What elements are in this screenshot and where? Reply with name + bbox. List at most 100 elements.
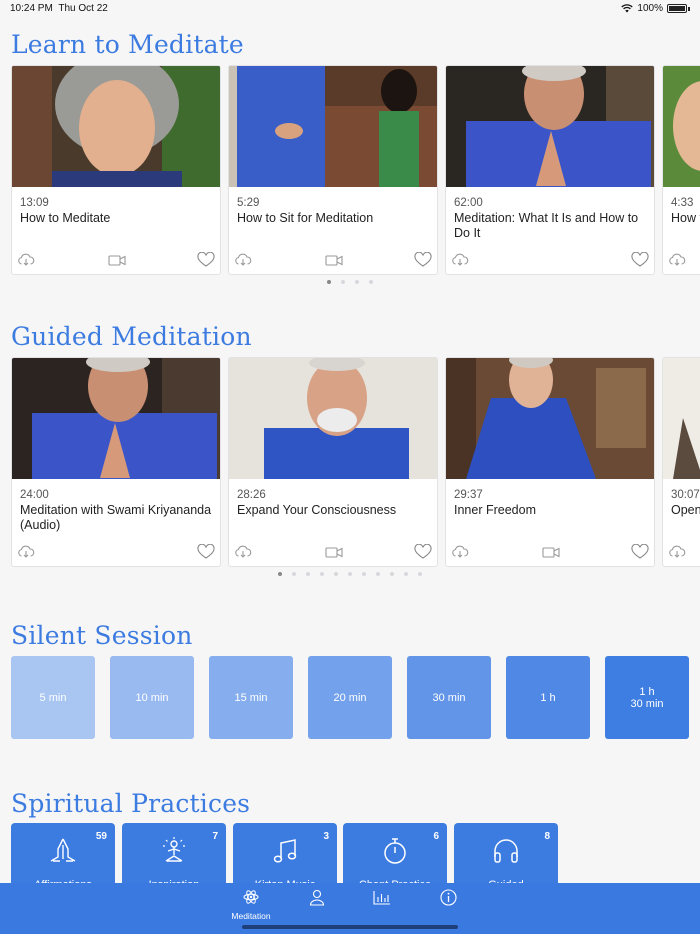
page-dot[interactable] — [418, 572, 422, 576]
card-duration: 13:09 — [20, 197, 49, 209]
card-title: Expand Your Consciousness — [237, 503, 397, 517]
practice-count: 7 — [212, 831, 218, 842]
battery-icon — [667, 4, 687, 13]
page-dot[interactable] — [341, 280, 345, 284]
tab-label: Meditation — [231, 911, 271, 921]
cloud-download-icon[interactable] — [234, 544, 252, 560]
video-card[interactable]: 24:00 Meditation with Swami Kriyananda (… — [11, 357, 221, 567]
page-dot[interactable] — [334, 572, 338, 576]
section-title-silent: Silent Session — [11, 621, 193, 650]
cloud-download-icon[interactable] — [668, 544, 686, 560]
cloud-download-icon[interactable] — [451, 544, 469, 560]
section-title-learn: Learn to Meditate — [11, 30, 244, 59]
page-dot[interactable] — [278, 572, 282, 576]
status-bar: 10:24 PM Thu Oct 22 100% — [0, 0, 700, 18]
practice-count: 3 — [323, 831, 329, 842]
video-icon — [325, 255, 343, 266]
cloud-download-icon[interactable] — [451, 252, 469, 268]
tab-info[interactable] — [418, 889, 478, 921]
card-title: How to Practice Kriya — [671, 211, 700, 225]
page-dot[interactable] — [369, 280, 373, 284]
practice-count: 8 — [544, 831, 550, 842]
card-duration: 30:07 — [671, 489, 700, 501]
profile-icon — [309, 889, 325, 906]
meditator-icon — [163, 837, 185, 862]
thumbnail-image — [663, 358, 700, 479]
heart-icon[interactable] — [631, 544, 649, 560]
wifi-icon — [621, 4, 634, 13]
page-dot[interactable] — [376, 572, 380, 576]
card-duration: 28:26 — [237, 489, 266, 501]
tab-stats[interactable] — [352, 889, 412, 921]
cloud-download-icon[interactable] — [17, 544, 35, 560]
stats-icon — [373, 891, 390, 905]
thumbnail-image — [229, 66, 437, 187]
page-dot[interactable] — [292, 572, 296, 576]
video-card[interactable]: 13:09 How to Meditate — [11, 65, 221, 275]
cloud-download-icon[interactable] — [17, 252, 35, 268]
card-title: Open — [671, 503, 700, 517]
thumbnail-image — [663, 66, 700, 187]
silent-tile-30min[interactable]: 30 min — [407, 656, 491, 739]
home-indicator — [242, 925, 458, 929]
tab-meditation[interactable]: Meditation — [221, 889, 281, 921]
guided-page-dots[interactable] — [278, 572, 422, 576]
page-dot[interactable] — [320, 572, 324, 576]
heart-icon[interactable] — [414, 544, 432, 560]
heart-icon[interactable] — [197, 544, 215, 560]
practice-count: 59 — [95, 831, 107, 842]
page-dot[interactable] — [390, 572, 394, 576]
page-dot[interactable] — [348, 572, 352, 576]
silent-tile-20min[interactable]: 20 min — [308, 656, 392, 739]
cloud-download-icon[interactable] — [234, 252, 252, 268]
video-icon — [325, 547, 343, 558]
video-card[interactable]: 5:29 How to Sit for Meditation — [228, 65, 438, 275]
page-dot[interactable] — [306, 572, 310, 576]
video-card[interactable]: 4:33 How to Practice Kriya — [662, 65, 700, 275]
heart-icon[interactable] — [631, 252, 649, 268]
heart-icon[interactable] — [414, 252, 432, 268]
stopwatch-icon — [384, 838, 406, 864]
thumbnail-image — [12, 358, 220, 479]
video-icon — [542, 547, 560, 558]
learn-page-dots[interactable] — [327, 280, 373, 284]
battery-percent: 100% — [637, 3, 663, 14]
music-note-icon — [273, 839, 297, 863]
silent-tile-15min[interactable]: 15 min — [209, 656, 293, 739]
page-dot[interactable] — [362, 572, 366, 576]
video-card[interactable]: 30:07 Open — [662, 357, 700, 567]
guided-carousel[interactable]: 24:00 Meditation with Swami Kriyananda (… — [11, 357, 700, 569]
praying-hands-icon — [50, 838, 76, 862]
card-title: How to Meditate — [20, 211, 111, 225]
silent-tile-10min[interactable]: 10 min — [110, 656, 194, 739]
card-duration: 29:37 — [454, 489, 483, 501]
silent-tile-1h30min[interactable]: 1 h 30 min — [605, 656, 689, 739]
silent-tile-1h[interactable]: 1 h — [506, 656, 590, 739]
learn-carousel[interactable]: 13:09 How to Meditate 5:29 How to Sit fo… — [11, 65, 700, 277]
silent-tile-5min[interactable]: 5 min — [11, 656, 95, 739]
page-dot[interactable] — [327, 280, 331, 284]
video-card[interactable]: 62:00 Meditation: What It Is and How to … — [445, 65, 655, 275]
section-title-guided: Guided Meditation — [11, 322, 252, 351]
card-duration: 4:33 — [671, 197, 694, 209]
thumbnail-image — [446, 66, 654, 187]
heart-icon[interactable] — [197, 252, 215, 268]
thumbnail-image — [12, 66, 220, 187]
info-icon — [439, 889, 457, 906]
card-duration: 62:00 — [454, 197, 483, 209]
card-title: How to Sit for Meditation — [237, 211, 374, 225]
cloud-download-icon[interactable] — [668, 252, 686, 268]
card-title: Inner Freedom — [454, 503, 536, 517]
thumbnail-image — [446, 358, 654, 479]
video-card[interactable]: 28:26 Expand Your Consciousness — [228, 357, 438, 567]
section-title-practices: Spiritual Practices — [11, 789, 251, 818]
page-dot[interactable] — [404, 572, 408, 576]
headphones-icon — [494, 839, 518, 863]
status-indicators: 100% — [621, 3, 690, 14]
atom-icon — [243, 890, 259, 904]
thumbnail-image — [229, 358, 437, 479]
tab-profile[interactable] — [287, 889, 347, 921]
video-card[interactable]: 29:37 Inner Freedom — [445, 357, 655, 567]
page-dot[interactable] — [355, 280, 359, 284]
practice-count: 6 — [433, 831, 439, 842]
